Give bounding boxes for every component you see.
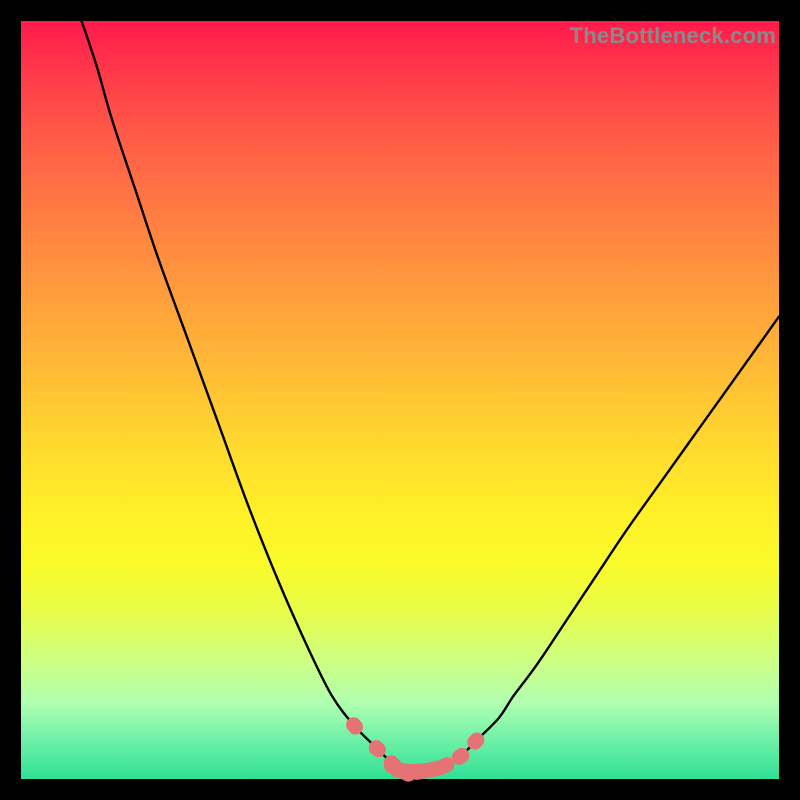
chart-frame: TheBottleneck.com — [0, 0, 800, 800]
bottleneck-curve-path — [82, 21, 779, 772]
bottleneck-curve-svg — [21, 21, 779, 779]
curve-markers — [343, 714, 488, 784]
watermark-text: TheBottleneck.com — [570, 23, 776, 49]
